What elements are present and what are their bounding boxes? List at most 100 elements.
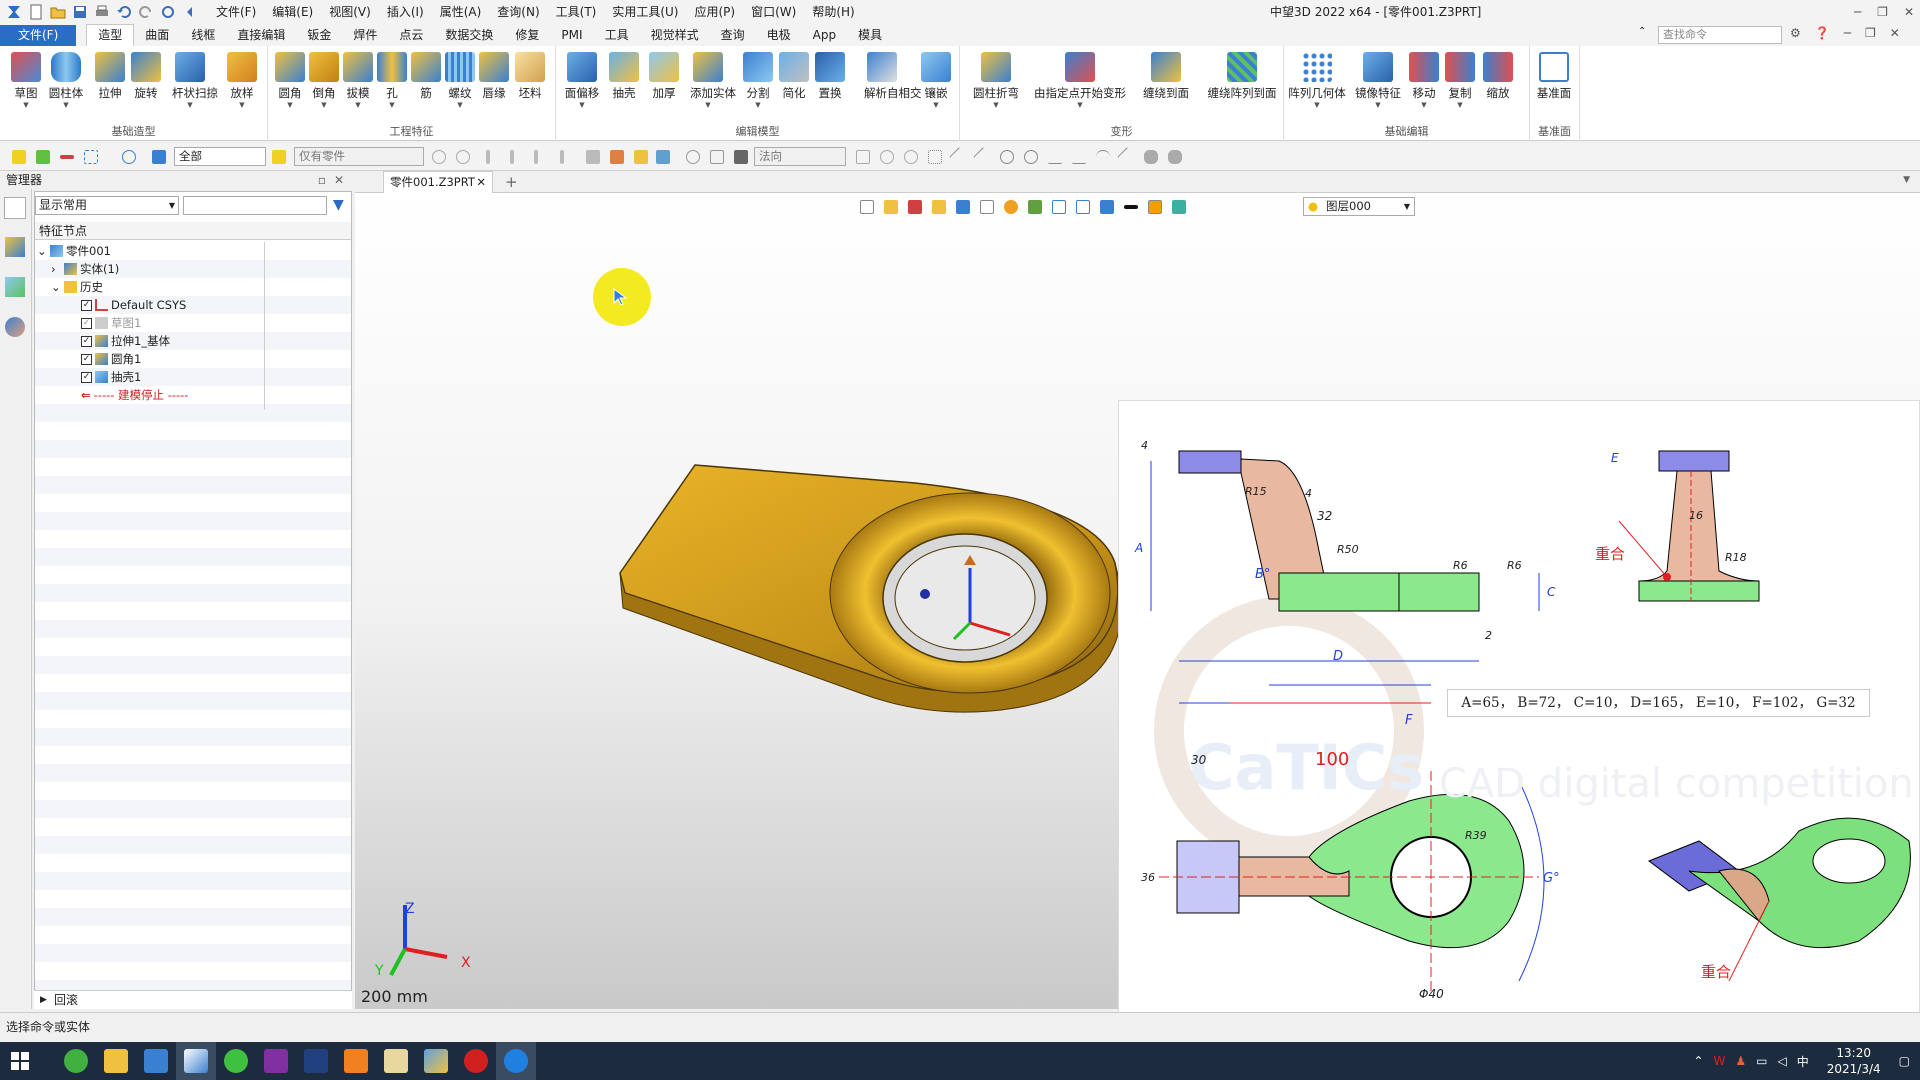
draft-button[interactable]: 拔模 ▼ [340, 52, 376, 109]
tree-node-stop[interactable]: ⇐ ----- 建模停止 ----- [81, 386, 188, 404]
undo-icon[interactable] [116, 4, 132, 20]
filter-icon[interactable] [152, 150, 166, 164]
add-solid-button[interactable]: 添加实体 ▼ [690, 52, 736, 109]
shape-icon[interactable] [1144, 150, 1158, 164]
thread-button[interactable]: 螺纹 ▼ [442, 52, 478, 109]
revolve-button[interactable]: 旋转 [128, 52, 164, 101]
shell-button[interactable]: 抽壳 [606, 52, 642, 101]
curve-icon[interactable] [1048, 150, 1062, 164]
arc-icon[interactable] [1096, 150, 1110, 164]
tree-node-solid[interactable]: › 实体(1) [51, 260, 119, 278]
taskbar-app-rp[interactable] [256, 1042, 296, 1080]
move-button[interactable]: 移动 ▼ [1406, 52, 1442, 109]
pin-icon[interactable]: ▫ [318, 171, 326, 189]
box-select-icon[interactable] [84, 150, 98, 164]
new-tab-icon[interactable]: + [505, 173, 518, 191]
add-icon[interactable] [36, 150, 50, 164]
tab-direct-edit[interactable]: 直接编辑 [226, 25, 296, 46]
taskbar-app-g[interactable] [336, 1042, 376, 1080]
view-section-icon[interactable] [1076, 200, 1090, 214]
tab-tools[interactable]: 工具 [594, 25, 640, 46]
chamfer-button[interactable]: 倒角 ▼ [306, 52, 342, 109]
circle-center-icon[interactable] [1000, 150, 1014, 164]
dots-icon[interactable] [928, 150, 942, 164]
collapse-ribbon-icon[interactable]: ⌃ [1638, 26, 1646, 37]
gear2-icon[interactable] [880, 150, 894, 164]
play-icon[interactable] [904, 150, 918, 164]
direction-select[interactable]: 法向 [754, 147, 846, 166]
snap-icon[interactable] [432, 150, 446, 164]
lasso-icon[interactable] [122, 150, 136, 164]
menu-query[interactable]: 查询(N) [489, 0, 547, 24]
taskbar-app-w[interactable] [376, 1042, 416, 1080]
tab-sheetmetal[interactable]: 钣金 [296, 25, 342, 46]
copy-button[interactable]: 复制 ▼ [1442, 52, 1478, 109]
tab-app[interactable]: App [802, 25, 847, 46]
self-intersect-button[interactable]: 解析自相交 [864, 52, 922, 101]
tab-data-exchange[interactable]: 数据交换 [434, 25, 504, 46]
rollback-bar[interactable]: ▶ 回滚 [34, 990, 352, 1009]
tree-node-shell[interactable]: ✓ 抽壳1 [81, 368, 141, 386]
tree-node-sketch[interactable]: ✓ 草图1 [81, 314, 141, 332]
menu-edit[interactable]: 编辑(E) [264, 0, 321, 24]
simplify-button[interactable]: 简化 [776, 52, 812, 101]
ribbon-restore-icon[interactable]: ❐ [1865, 26, 1876, 40]
network-icon[interactable]: ▭ [1756, 1054, 1767, 1068]
visibility-checkbox[interactable]: ✓ [81, 353, 92, 365]
help-icon[interactable]: ❓ [1815, 26, 1830, 40]
snap2-icon[interactable] [456, 150, 470, 164]
menu-window[interactable]: 窗口(W) [743, 0, 804, 24]
tree-node-csys[interactable]: ✓ Default CSYS [81, 296, 186, 314]
tree-node-extrude[interactable]: ✓ 拉伸1_基体 [81, 332, 170, 350]
scope-select[interactable]: 仅有零件 [294, 147, 424, 166]
select-arrow-icon[interactable] [12, 150, 26, 164]
tab-point-cloud[interactable]: 点云 [388, 25, 434, 46]
taskbar-app-explorer[interactable] [96, 1042, 136, 1080]
tab-surface[interactable]: 曲面 [134, 25, 180, 46]
layer-select[interactable]: ● 图层000 ▼ [1303, 197, 1415, 216]
menu-utilities[interactable]: 实用工具(U) [604, 0, 686, 24]
color-swatch-icon[interactable] [1148, 200, 1162, 214]
stock-button[interactable]: 坯料 [512, 52, 548, 101]
visibility-checkbox[interactable]: ✓ [81, 371, 92, 383]
view-pen-icon[interactable] [908, 200, 922, 214]
start-button[interactable] [0, 1042, 40, 1080]
notification-icon[interactable]: ▢ [1899, 1054, 1910, 1068]
doc-tab-part001[interactable]: 零件001.Z3PRT ✕ [383, 171, 493, 193]
view-wire-icon[interactable] [980, 200, 994, 214]
input-lang[interactable]: 中 [1797, 1053, 1809, 1070]
cylinder-button[interactable]: 圆柱体 ▼ [48, 52, 84, 109]
thicken-button[interactable]: 加厚 [646, 52, 682, 101]
wave-icon[interactable] [1072, 150, 1086, 164]
tree-node-history[interactable]: ⌄ 历史 [51, 278, 103, 296]
tab-close-icon[interactable]: ✕ [476, 172, 486, 192]
slash-icon[interactable] [1117, 147, 1137, 167]
menu-insert[interactable]: 插入(I) [379, 0, 432, 24]
tray-user-icon[interactable]: ♟ [1735, 1054, 1746, 1068]
tab-wireframe[interactable]: 线框 [180, 25, 226, 46]
align2-icon[interactable] [510, 150, 514, 164]
rib-button[interactable]: 筋 [408, 52, 444, 101]
clock-icon[interactable] [686, 150, 700, 164]
tab-visual-style[interactable]: 视觉样式 [640, 25, 710, 46]
loft-button[interactable]: 放样 ▼ [224, 52, 260, 109]
sketch-button[interactable]: 草图 ▼ [8, 52, 44, 109]
align3-icon[interactable] [534, 150, 538, 164]
part-filter-icon[interactable] [272, 150, 286, 164]
print-icon[interactable] [94, 4, 110, 20]
tab-modeling[interactable]: 造型 [86, 24, 135, 46]
datum-plane-button[interactable]: 基准面 [1536, 52, 1572, 101]
visibility-checkbox[interactable]: ✓ [81, 317, 92, 329]
restore-icon[interactable]: ❐ [1877, 0, 1888, 24]
menu-attribute[interactable]: 属性(A) [432, 0, 490, 24]
tab-repair[interactable]: 修复 [504, 25, 550, 46]
deform-from-point-button[interactable]: 由指定点开始变形 ▼ [1032, 52, 1128, 109]
anchor-icon[interactable] [710, 150, 724, 164]
cylinder-bend-button[interactable]: 圆柱折弯 ▼ [968, 52, 1024, 109]
face-offset-button[interactable]: 面偏移 ▼ [564, 52, 600, 109]
view-back-icon[interactable] [860, 200, 874, 214]
taskbar-app-zw3d[interactable] [176, 1042, 216, 1080]
taskbar-app-vd[interactable] [296, 1042, 336, 1080]
replace-button[interactable]: 置换 [812, 52, 848, 101]
taskbar-app-cad[interactable] [416, 1042, 456, 1080]
